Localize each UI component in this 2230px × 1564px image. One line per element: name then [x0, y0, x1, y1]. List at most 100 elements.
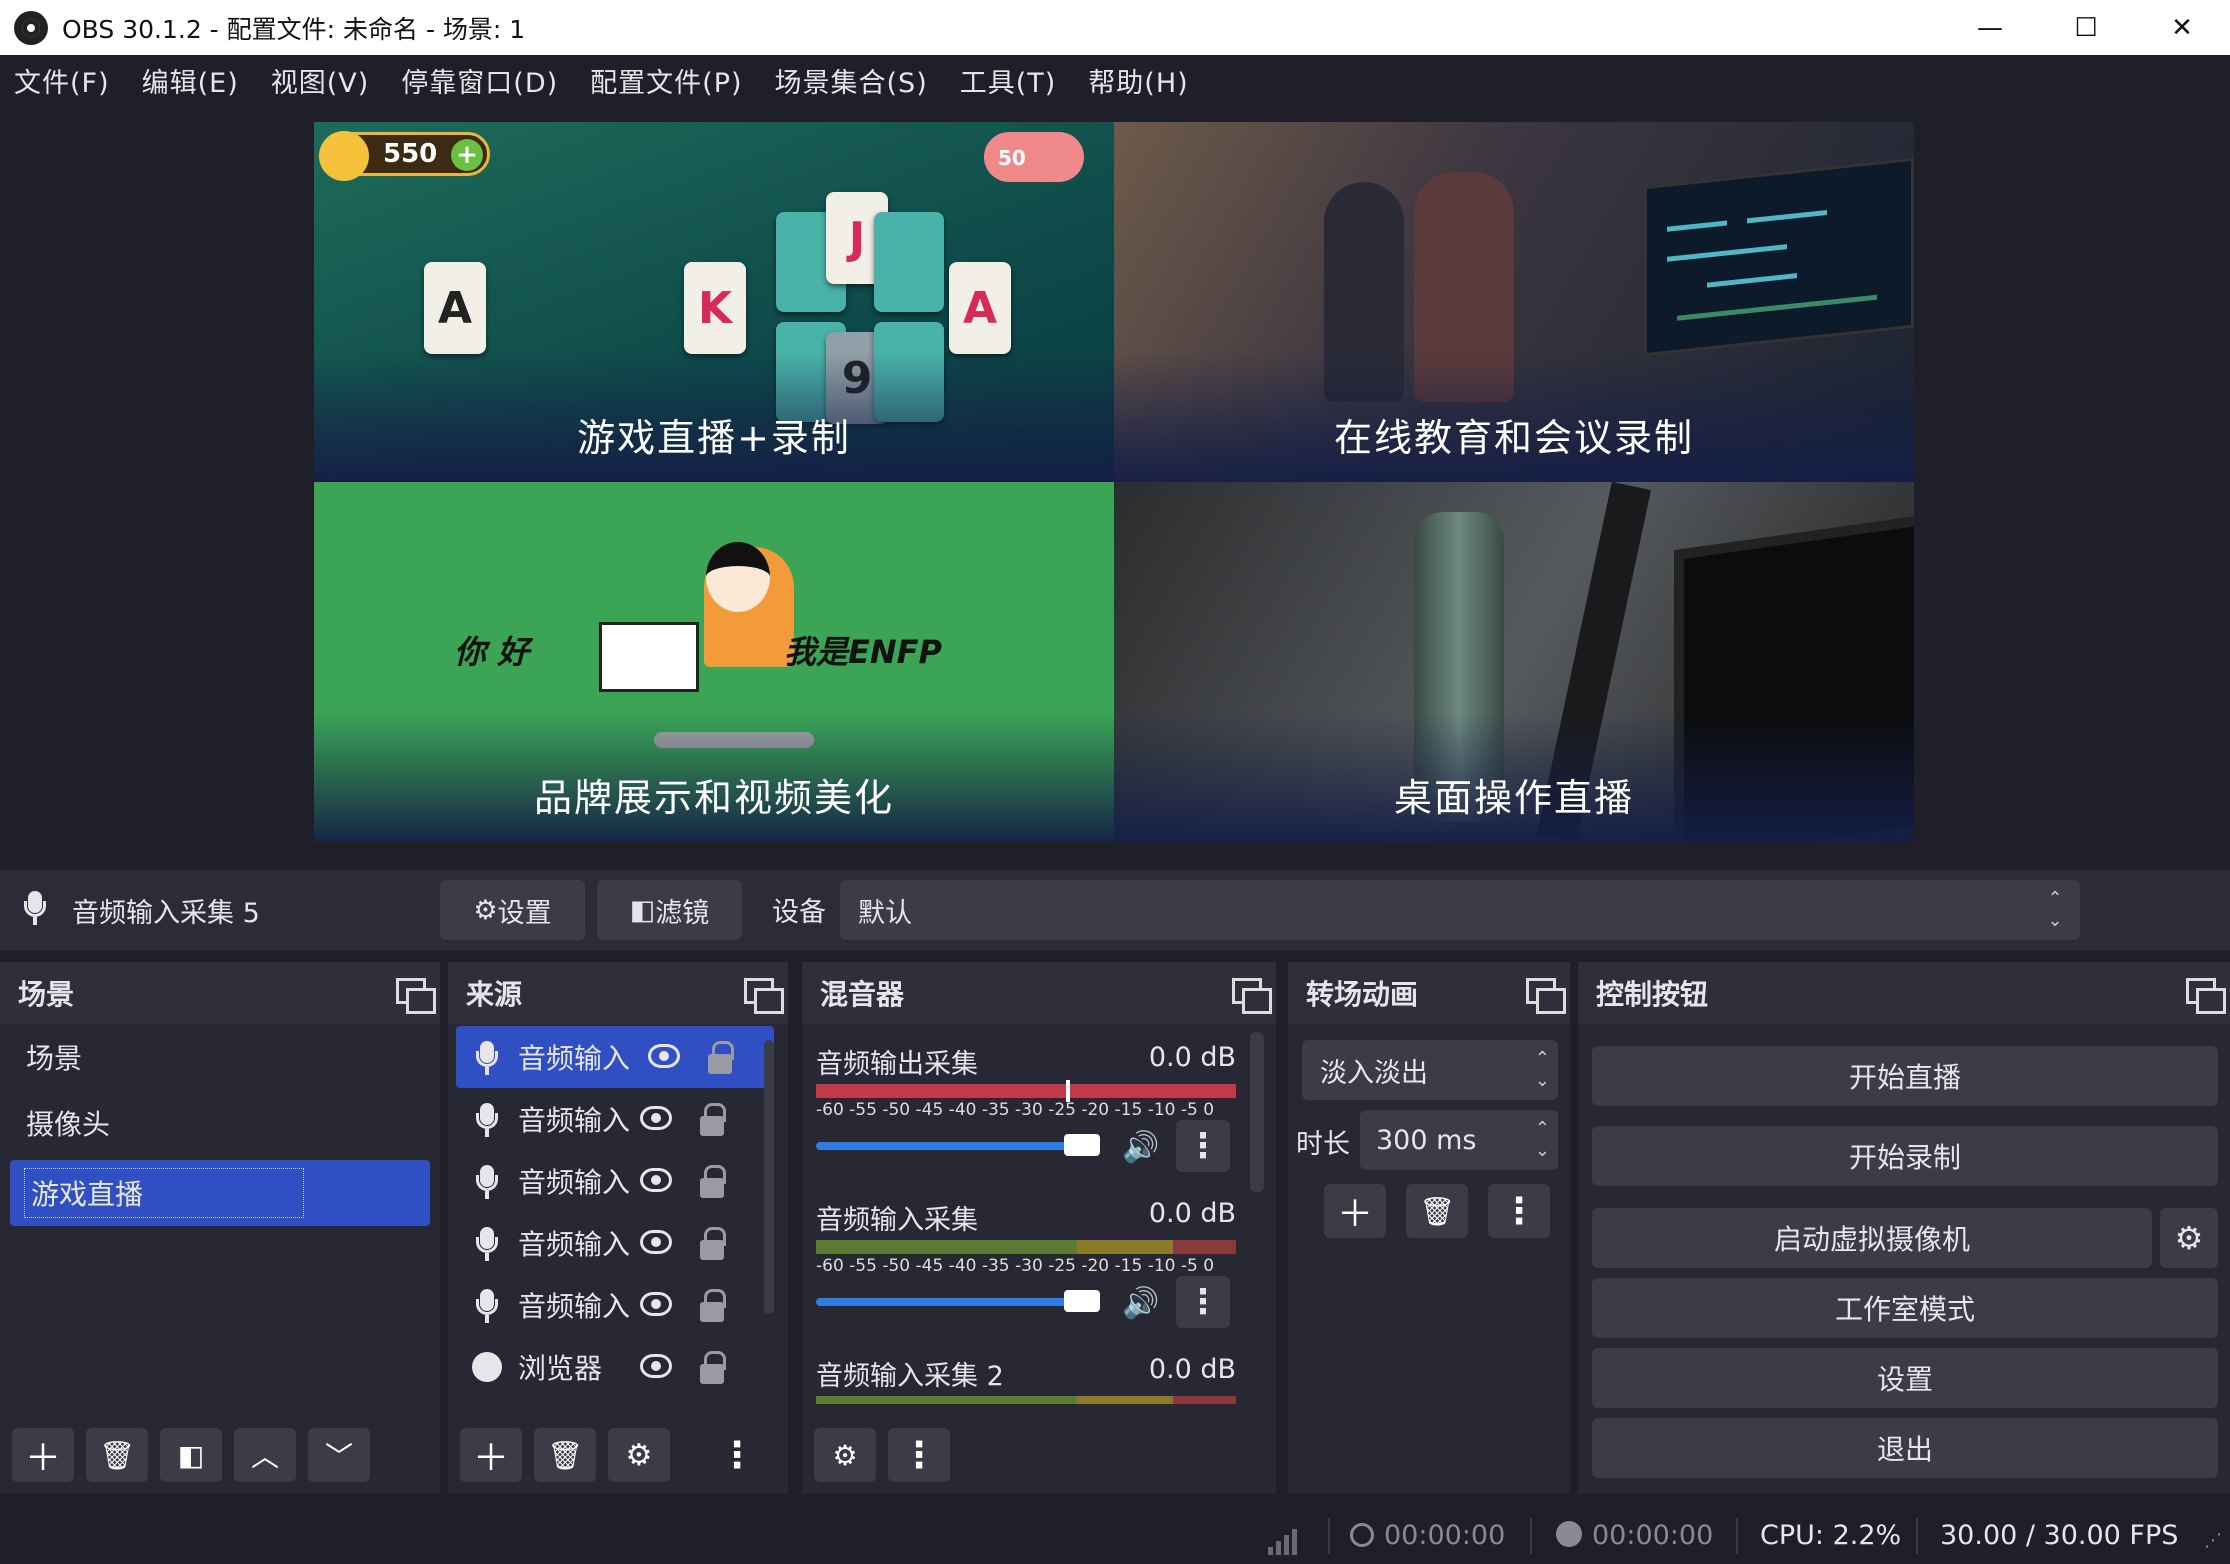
mixer-scrollbar[interactable]	[1250, 1032, 1264, 1192]
trash-icon: 🗑	[547, 1438, 583, 1472]
menu-file[interactable]: 文件(F)	[14, 61, 110, 100]
speaker-icon[interactable]: 🔊	[1122, 1286, 1159, 1321]
source-item-selected[interactable]: 音频输入	[456, 1026, 774, 1088]
lock-icon[interactable]	[700, 1165, 726, 1198]
live-status: 00:00:00	[1350, 1520, 1505, 1551]
scene-filters-button[interactable]: ◧	[160, 1428, 222, 1482]
source-item[interactable]: 音频输入	[448, 1088, 788, 1150]
sources-scrollbar[interactable]	[764, 1040, 774, 1314]
spin-arrows-icon: ⌃ ⌄	[1534, 1048, 1550, 1091]
scene-item[interactable]: 摄像头	[0, 1090, 440, 1156]
kebab-menu-icon: ⋮	[1501, 1190, 1537, 1232]
source-toolbar: 音频输入采集 5 ⚙ 设置 ◧ 滤镜 设备 默认 ⌃ ⌄	[0, 870, 2230, 950]
record-icon	[1556, 1521, 1582, 1547]
start-recording-button[interactable]: 开始录制	[1592, 1126, 2218, 1186]
start-streaming-button[interactable]: 开始直播	[1592, 1046, 2218, 1106]
resize-grip-icon[interactable]: ⋰	[2204, 1530, 2222, 1551]
settings-button[interactable]: 设置	[1592, 1348, 2218, 1408]
card-k: K	[684, 262, 746, 354]
source-item[interactable]: 音频输入	[448, 1212, 788, 1274]
visibility-eye-icon[interactable]	[640, 1292, 672, 1316]
source-item[interactable]: 音频输入	[448, 1274, 788, 1336]
close-button[interactable]: ✕	[2134, 0, 2230, 55]
visibility-eye-icon[interactable]	[640, 1168, 672, 1192]
undock-icon[interactable]	[1526, 978, 1566, 1014]
duration-label: 时长	[1296, 1129, 1350, 1160]
undock-icon[interactable]	[396, 978, 436, 1014]
volume-slider[interactable]	[816, 1290, 1100, 1312]
transition-select[interactable]: 淡入淡出 ⌃ ⌄	[1302, 1040, 1558, 1100]
remove-scene-button[interactable]: 🗑	[86, 1428, 148, 1482]
lock-icon[interactable]	[708, 1041, 734, 1074]
volume-meter	[816, 1080, 1236, 1102]
advanced-audio-button[interactable]: ⚙	[814, 1428, 876, 1482]
source-properties-button[interactable]: ⚙	[608, 1428, 670, 1482]
spin-arrows-icon[interactable]: ⌃ ⌄	[1535, 1118, 1550, 1162]
studio-mode-button[interactable]: 工作室模式	[1592, 1278, 2218, 1338]
source-more-button[interactable]: ⋮	[719, 1428, 755, 1482]
volume-slider[interactable]	[816, 1134, 1100, 1156]
title-bar: OBS 30.1.2 - 配置文件: 未命名 - 场景: 1 — ☐ ✕	[0, 0, 2230, 55]
source-filters-button[interactable]: ◧ 滤镜	[597, 880, 742, 940]
recording-status: 00:00:00	[1556, 1520, 1713, 1551]
virtual-camera-settings-button[interactable]: ⚙	[2160, 1208, 2218, 1268]
add-transition-button[interactable]: ＋	[1324, 1184, 1386, 1238]
source-item[interactable]: 音频输入	[448, 1150, 788, 1212]
lock-icon[interactable]	[700, 1103, 726, 1136]
slider-handle[interactable]	[1064, 1290, 1100, 1312]
tile-caption: 品牌展示和视频美化	[314, 712, 1114, 842]
menu-docks[interactable]: 停靠窗口(D)	[401, 61, 558, 100]
dock-header: 场景	[0, 962, 440, 1024]
menu-scene-collection[interactable]: 场景集合(S)	[775, 61, 928, 100]
source-item[interactable]: 浏览器	[448, 1336, 788, 1398]
track-menu-button[interactable]: ⋮	[1176, 1120, 1230, 1172]
microphone-icon	[476, 1041, 498, 1075]
visibility-eye-icon[interactable]	[640, 1354, 672, 1378]
mixer-menu-button[interactable]: ⋮	[888, 1428, 950, 1482]
chevron-up-icon: ︿	[250, 1440, 279, 1473]
menu-help[interactable]: 帮助(H)	[1088, 61, 1188, 100]
menu-edit[interactable]: 编辑(E)	[142, 61, 239, 100]
remove-transition-button[interactable]: 🗑	[1406, 1184, 1468, 1238]
move-scene-up-button[interactable]: ︿	[234, 1428, 296, 1482]
scene-item[interactable]: 场景	[0, 1024, 440, 1090]
gears-icon: ⚙	[832, 1438, 858, 1472]
transition-menu-button[interactable]: ⋮	[1488, 1184, 1550, 1238]
scenes-dock: 场景 场景 摄像头 游戏直播 ＋ 🗑 ◧ ︿ ﹀	[0, 962, 440, 1494]
remove-source-button[interactable]: 🗑	[534, 1428, 596, 1482]
microphone-icon	[24, 891, 50, 929]
move-scene-down-button[interactable]: ﹀	[308, 1428, 370, 1482]
undock-icon[interactable]	[1232, 978, 1272, 1014]
source-settings-button[interactable]: ⚙ 设置	[440, 880, 585, 940]
exit-button[interactable]: 退出	[1592, 1418, 2218, 1478]
undock-icon[interactable]	[2186, 978, 2226, 1014]
menu-view[interactable]: 视图(V)	[271, 61, 370, 100]
start-virtual-camera-button[interactable]: 启动虚拟摄像机	[1592, 1208, 2152, 1268]
tile-caption: 桌面操作直播	[1114, 712, 1914, 842]
track-menu-button[interactable]: ⋮	[1176, 1276, 1230, 1328]
minimize-button[interactable]: —	[1942, 0, 2038, 55]
duration-input[interactable]: 300 ms ⌃ ⌄	[1360, 1110, 1558, 1170]
cpu-usage: CPU: 2.2%	[1760, 1520, 1902, 1551]
slider-handle[interactable]	[1064, 1134, 1100, 1156]
tile-caption: 游戏直播+录制	[314, 352, 1114, 482]
add-scene-button[interactable]: ＋	[12, 1428, 74, 1482]
device-select[interactable]: 默认 ⌃ ⌄	[840, 880, 2080, 940]
lock-icon[interactable]	[700, 1289, 726, 1322]
preview-canvas[interactable]: 550+ 50 A K J 9 A 游戏直播+录制 在线教育和会议录制 你 好 …	[0, 105, 2230, 855]
menu-profile[interactable]: 配置文件(P)	[590, 61, 742, 100]
maximize-button[interactable]: ☐	[2038, 0, 2134, 55]
visibility-eye-icon[interactable]	[640, 1106, 672, 1130]
lock-icon[interactable]	[700, 1351, 726, 1384]
visibility-eye-icon[interactable]	[640, 1230, 672, 1254]
coin-counter: 550 +	[319, 131, 490, 181]
lock-icon[interactable]	[700, 1227, 726, 1260]
visibility-eye-icon[interactable]	[648, 1044, 680, 1068]
add-source-button[interactable]: ＋	[460, 1428, 522, 1482]
card-back	[874, 212, 944, 312]
scene-item-selected[interactable]: 游戏直播	[10, 1160, 430, 1226]
window-title: OBS 30.1.2 - 配置文件: 未命名 - 场景: 1	[62, 14, 526, 44]
speaker-icon[interactable]: 🔊	[1122, 1130, 1159, 1165]
menu-tools[interactable]: 工具(T)	[960, 61, 1057, 100]
undock-icon[interactable]	[744, 978, 784, 1014]
